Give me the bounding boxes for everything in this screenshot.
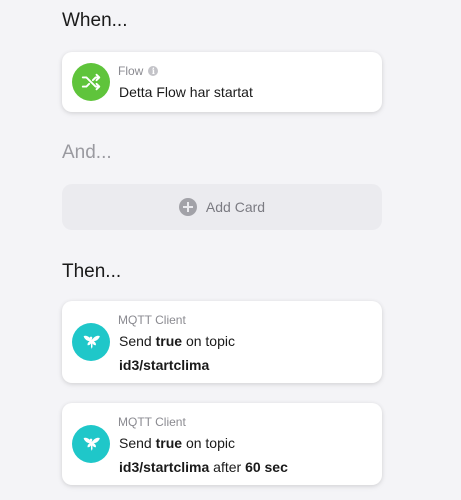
- add-card-label: Add Card: [205, 199, 266, 215]
- card-topic-line: id3/startclima after 60 sec: [119, 459, 288, 475]
- card-send-line: Send true on topic: [119, 435, 235, 451]
- add-card-button[interactable]: Add Card: [62, 184, 382, 230]
- then-mqtt-delayed-card[interactable]: MQTT Client Send true on topic id3/start…: [62, 403, 382, 485]
- card-send-line: Send true on topic: [119, 333, 235, 349]
- mqtt-bird-icon: [72, 323, 110, 361]
- mqtt-bird-icon: [72, 425, 110, 463]
- when-flow-card[interactable]: Flow i Detta Flow har startat: [62, 52, 382, 112]
- info-icon[interactable]: i: [148, 66, 159, 76]
- card-description: Detta Flow har startat: [119, 84, 253, 100]
- card-topic-line: id3/startclima: [119, 357, 210, 373]
- flow-shuffle-icon: [72, 63, 110, 101]
- and-section-title: And...: [62, 142, 112, 163]
- card-kind-label: Flow: [118, 64, 144, 78]
- card-kind-label: MQTT Client: [118, 313, 186, 327]
- then-mqtt-card[interactable]: MQTT Client Send true on topic id3/start…: [62, 301, 382, 383]
- plus-circle-icon: [178, 198, 197, 216]
- when-section-title: When...: [62, 10, 128, 31]
- card-kind-label: MQTT Client: [118, 415, 186, 429]
- then-section-title: Then...: [62, 261, 122, 282]
